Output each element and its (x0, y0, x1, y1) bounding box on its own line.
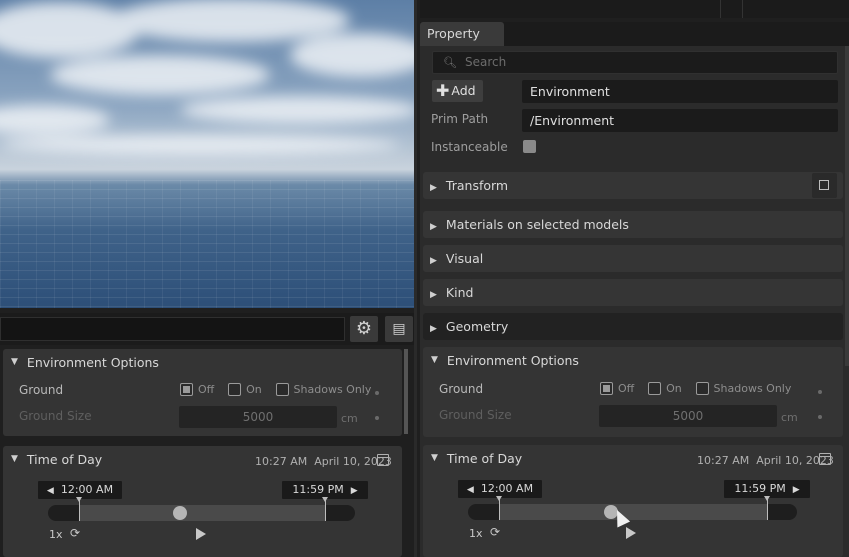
checkbox-icon[interactable] (228, 383, 242, 396)
reset-dot-icon[interactable] (818, 415, 822, 419)
slider-end-marker[interactable] (764, 496, 770, 520)
gear-icon[interactable]: ⚙ (350, 316, 378, 342)
left-toolbar: ⚙ ▤ (0, 313, 414, 345)
caret-right-icon: ▶ (430, 183, 437, 193)
caret-right-icon: ▶ (430, 290, 437, 300)
reset-dot-icon[interactable] (375, 391, 379, 395)
right-ground-options: Off On Shadows Only (600, 382, 801, 398)
left-tod-title: Time of Day (26, 451, 103, 467)
caret-down-icon: ▼ (431, 453, 438, 463)
caret-down-icon: ▼ (11, 454, 18, 464)
checkbox-icon[interactable] (275, 383, 289, 396)
right-ground-on-option[interactable]: On (648, 382, 682, 395)
calendar-icon[interactable] (377, 454, 389, 466)
left-speed[interactable]: 1x (49, 528, 63, 541)
slider-range (79, 505, 325, 521)
section-visual[interactable]: ▶ Visual (423, 245, 843, 272)
right-scrollbar[interactable] (845, 46, 849, 366)
caret-right-icon: ▶ (430, 256, 437, 266)
reset-dot-icon[interactable] (375, 416, 379, 420)
left-ground-shadows-option[interactable]: Shadows Only (275, 383, 371, 396)
slider-start-marker[interactable] (76, 497, 82, 521)
right-ground-shadows-option[interactable]: Shadows Only (695, 382, 791, 395)
prim-path-label: Prim Path (431, 112, 489, 126)
section-geometry[interactable]: ▶ Geometry (423, 313, 843, 340)
property-search-input[interactable]: 🔍︎ Search (432, 51, 838, 74)
left-ground-label: Ground (19, 383, 64, 397)
search-icon: 🔍︎ (443, 56, 457, 69)
right-speed[interactable]: 1x (469, 527, 483, 540)
checkbox-icon[interactable] (695, 382, 709, 395)
right-env-options-header[interactable]: ▼ Environment Options (423, 347, 843, 373)
left-tod-current-time: 10:27 AM April 10, 2023 (255, 455, 392, 468)
slider-range (499, 504, 767, 520)
prim-path-field[interactable]: /Environment (522, 109, 838, 132)
caret-right-icon: ▶ (430, 324, 437, 334)
prim-name-field[interactable]: Environment (522, 80, 838, 103)
right-ground-off-option[interactable]: Off (600, 382, 634, 395)
section-kind[interactable]: ▶ Kind (423, 279, 843, 306)
section-materials[interactable]: ▶ Materials on selected models (423, 211, 843, 238)
play-icon[interactable] (196, 528, 206, 540)
reset-dot-icon[interactable] (818, 390, 822, 394)
right-tod-current-time: 10:27 AM April 10, 2023 (697, 454, 834, 467)
left-scrollbar[interactable] (404, 349, 408, 434)
property-tab-bar: Property (420, 22, 849, 46)
arrow-right-icon[interactable]: ▶ (351, 486, 358, 496)
left-env-options-title: Environment Options (26, 354, 159, 370)
right-tod-title: Time of Day (446, 450, 523, 466)
instanceable-label: Instanceable (431, 140, 508, 154)
loop-icon[interactable]: ⟳ (70, 526, 80, 540)
caret-right-icon: ▶ (430, 222, 437, 232)
right-time-slider[interactable] (468, 496, 797, 520)
checkbox-icon[interactable] (180, 383, 193, 396)
right-top-strip (420, 0, 849, 18)
left-ground-size-unit: cm (341, 412, 358, 425)
loop-icon[interactable]: ⟳ (490, 525, 500, 539)
left-ground-size-label: Ground Size (19, 409, 92, 423)
calendar-icon[interactable] (819, 453, 831, 465)
caret-down-icon: ▼ (11, 357, 18, 367)
caret-down-icon: ▼ (431, 355, 438, 365)
ground-grid (0, 180, 414, 308)
plus-icon: ✚ (436, 81, 450, 100)
left-ground-on-option[interactable]: On (228, 383, 262, 396)
left-ground-off-option[interactable]: Off (180, 383, 214, 396)
checkbox-icon[interactable] (600, 382, 613, 395)
splitter[interactable] (414, 0, 417, 557)
left-search-bar[interactable] (0, 317, 345, 341)
right-ground-size-field[interactable]: 5000 (599, 405, 777, 427)
right-ground-label: Ground (439, 382, 484, 396)
list-icon[interactable]: ▤ (385, 316, 413, 342)
arrow-left-icon[interactable]: ◀ (467, 485, 474, 495)
viewport-3d[interactable] (0, 0, 414, 308)
right-env-options-title: Environment Options (446, 352, 579, 368)
arrow-left-icon[interactable]: ◀ (47, 486, 54, 496)
section-transform[interactable]: ▶ Transform (423, 172, 843, 199)
add-button[interactable]: ✚ Add (432, 80, 483, 102)
play-icon[interactable] (626, 527, 636, 539)
checkbox-icon[interactable] (648, 382, 662, 395)
arrow-right-icon[interactable]: ▶ (793, 485, 800, 495)
left-env-options-header[interactable]: ▼ Environment Options (3, 349, 402, 375)
right-ground-size-unit: cm (781, 411, 798, 424)
left-ground-size-field[interactable]: 5000 (179, 406, 337, 428)
slider-knob[interactable] (173, 506, 187, 520)
slider-end-marker[interactable] (322, 497, 328, 521)
right-ground-size-label: Ground Size (439, 408, 512, 422)
instanceable-checkbox[interactable] (523, 140, 536, 153)
tab-property[interactable]: Property (420, 22, 504, 46)
slider-start-marker[interactable] (496, 496, 502, 520)
left-time-slider[interactable] (48, 497, 355, 521)
left-ground-options: Off On Shadows Only (180, 383, 381, 399)
transform-options-icon[interactable] (812, 173, 837, 198)
